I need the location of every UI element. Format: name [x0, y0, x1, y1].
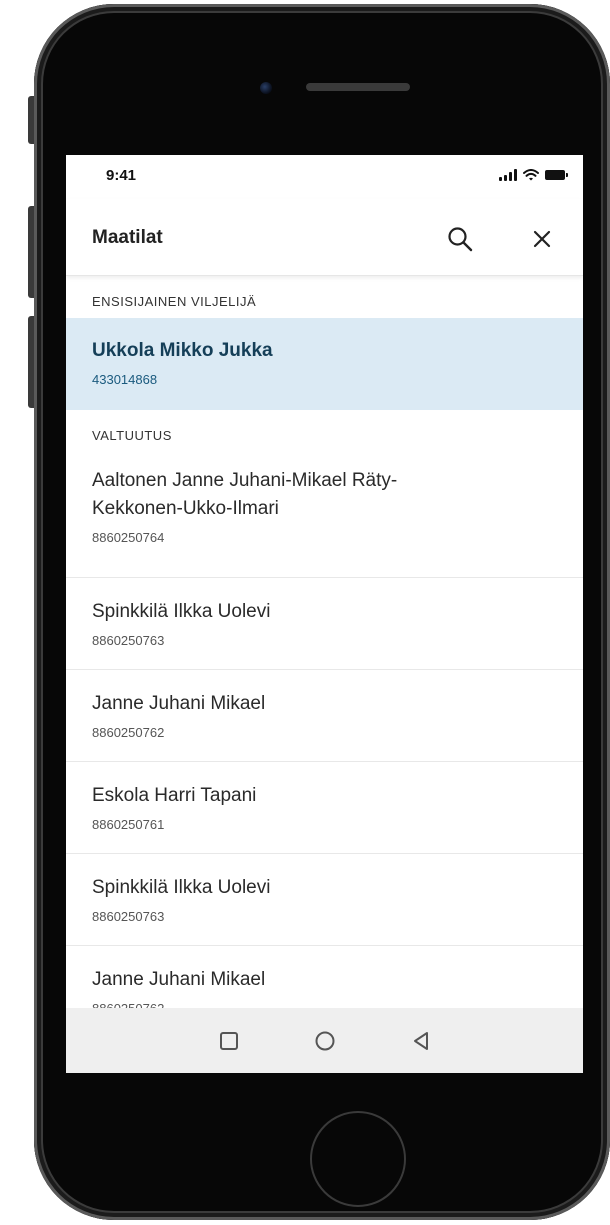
status-icons [499, 169, 568, 181]
farm-list[interactable]: ENSISIJAINEN VILJELIJÄ Ukkola Mikko Jukk… [66, 276, 583, 1008]
list-item-name: Ukkola Mikko Jukka [92, 340, 273, 361]
list-item-name: Spinkkilä Ilkka Uolevi [92, 601, 271, 622]
list-item[interactable]: Aaltonen Janne Juhani-Mikael Räty-Kekkon… [66, 452, 583, 578]
triangle-back-icon [413, 1031, 428, 1050]
home-nav-button[interactable] [313, 1029, 337, 1053]
screen: 9:41 Maatilat ENSISIJAINEN VILJELIJÄ Ukk… [66, 155, 583, 1073]
back-button[interactable] [409, 1029, 433, 1053]
section-header-authorization: VALTUUTUS [92, 428, 172, 443]
list-item[interactable]: Janne Juhani Mikael 8860250762 [66, 670, 583, 762]
circle-icon [315, 1031, 334, 1050]
list-item-number: 8860250763 [92, 633, 165, 648]
status-bar: 9:41 [66, 155, 583, 199]
list-item-number: 8860250762 [92, 725, 165, 740]
list-item[interactable]: Spinkkilä Ilkka Uolevi 8860250763 [66, 578, 583, 670]
home-button[interactable] [310, 1111, 406, 1207]
list-item-name: Aaltonen Janne Juhani-Mikael Räty-Kekkon… [92, 470, 398, 519]
list-item-number: 8860250763 [92, 909, 165, 924]
list-item[interactable]: Janne Juhani Mikael 8860250762 [66, 946, 583, 1008]
search-button[interactable] [442, 221, 478, 257]
list-item-number: 433014868 [92, 372, 158, 387]
cellular-signal-icon [499, 169, 517, 181]
list-item-name: Janne Juhani Mikael [92, 693, 266, 714]
wifi-icon [523, 169, 539, 181]
list-item-name: Eskola Harri Tapani [92, 785, 257, 806]
page-title: Maatilat [92, 227, 163, 248]
list-item-name: Janne Juhani Mikael [92, 969, 266, 990]
list-item-number: 8860250764 [92, 530, 165, 545]
list-item[interactable]: Spinkkilä Ilkka Uolevi 8860250763 [66, 854, 583, 946]
app-bar: Maatilat [66, 199, 583, 276]
recents-button[interactable] [217, 1029, 241, 1053]
list-item-number: 8860250761 [92, 817, 165, 832]
section-header-primary: ENSISIJAINEN VILJELIJÄ [92, 294, 257, 309]
close-icon [533, 230, 551, 248]
search-icon [448, 227, 473, 252]
square-icon [219, 1031, 238, 1050]
list-item-name: Spinkkilä Ilkka Uolevi [92, 877, 271, 898]
status-time: 9:41 [106, 167, 137, 184]
android-nav-bar [66, 1008, 583, 1073]
list-item[interactable]: Eskola Harri Tapani 8860250761 [66, 762, 583, 854]
speaker-grille [306, 83, 410, 91]
battery-icon [545, 170, 568, 180]
camera-icon [260, 82, 272, 94]
list-item-primary[interactable]: Ukkola Mikko Jukka 433014868 [66, 318, 583, 410]
close-button[interactable] [524, 221, 560, 257]
list-item-number: 8860250762 [92, 1000, 557, 1008]
